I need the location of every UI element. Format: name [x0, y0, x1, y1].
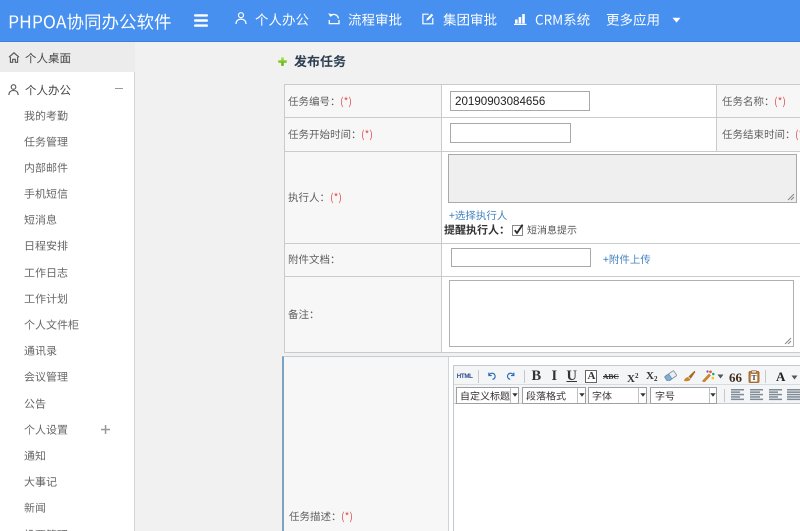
svg-text:T: T: [751, 373, 756, 382]
